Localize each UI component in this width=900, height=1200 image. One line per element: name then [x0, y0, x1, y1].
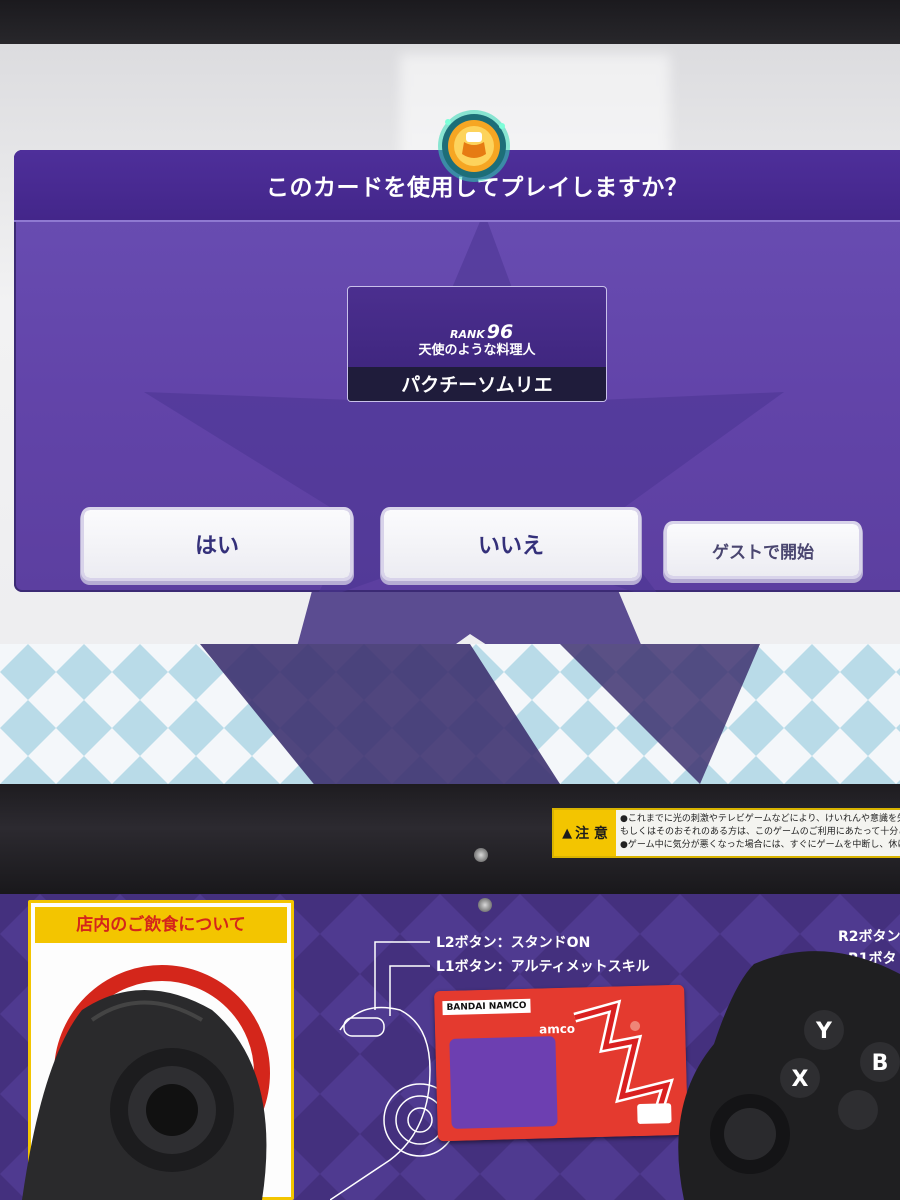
player-card[interactable]: RANK 96 天使のような料理人 パクチーソムリエ — [347, 286, 607, 402]
svg-text:X: X — [792, 1067, 809, 1092]
caution-sticker: ▲ 注 意 ●これまでに光の刺激やテレビゲームなどにより、けいれんや意識を失うな… — [552, 808, 900, 858]
yes-button[interactable]: はい — [84, 510, 350, 578]
caution-heading: ▲ 注 意 — [554, 810, 616, 856]
promo-card: BANDAI NAMCO amco — [434, 984, 688, 1142]
diamond-floor-pattern — [0, 644, 900, 784]
caution-text: ●これまでに光の刺激やテレビゲームなどにより、けいれんや意識を失うなどの もしく… — [620, 813, 900, 852]
caution-line: もしくはそのおそれのある方は、このゲームのご利用にあたって十分ご注意く — [620, 827, 900, 837]
arcade-stick-left[interactable] — [22, 980, 282, 1200]
notice-heading: 店内のご飲食について — [35, 907, 287, 943]
caution-line: ●これまでに光の刺激やテレビゲームなどにより、けいれんや意識を失うなどの — [620, 814, 900, 824]
player-name: パクチーソムリエ — [401, 374, 553, 396]
svg-text:Y: Y — [815, 1019, 833, 1044]
player-title: 天使のような料理人 — [418, 343, 536, 358]
warning-icon: ▲ — [562, 825, 573, 841]
player-name-bar: パクチーソムリエ — [348, 367, 606, 401]
screw-icon — [478, 898, 492, 912]
caution-heading-text: 注 意 — [575, 826, 608, 842]
svg-text:B: B — [872, 1051, 889, 1076]
gamepad-right[interactable]: Y X B — [674, 944, 900, 1200]
screw-icon — [474, 848, 488, 862]
r2-button-label: R2ボタン — [838, 929, 900, 945]
l1-button-label: L1ボタン：アルティメットスキル — [436, 959, 650, 975]
l2-button-label: L2ボタン：スタンドON — [436, 935, 591, 951]
caution-line: ●ゲーム中に気分が悪くなった場合には、すぐにゲームを中断し、休けいをおと — [620, 840, 900, 850]
guest-start-button[interactable]: ゲストで開始 — [667, 524, 859, 576]
no-button[interactable]: いいえ — [384, 510, 638, 578]
promo-partial-text: amco — [538, 1021, 576, 1037]
rank-emblem-icon — [438, 110, 510, 182]
promo-brand-label: BANDAI NAMCO — [442, 998, 531, 1016]
